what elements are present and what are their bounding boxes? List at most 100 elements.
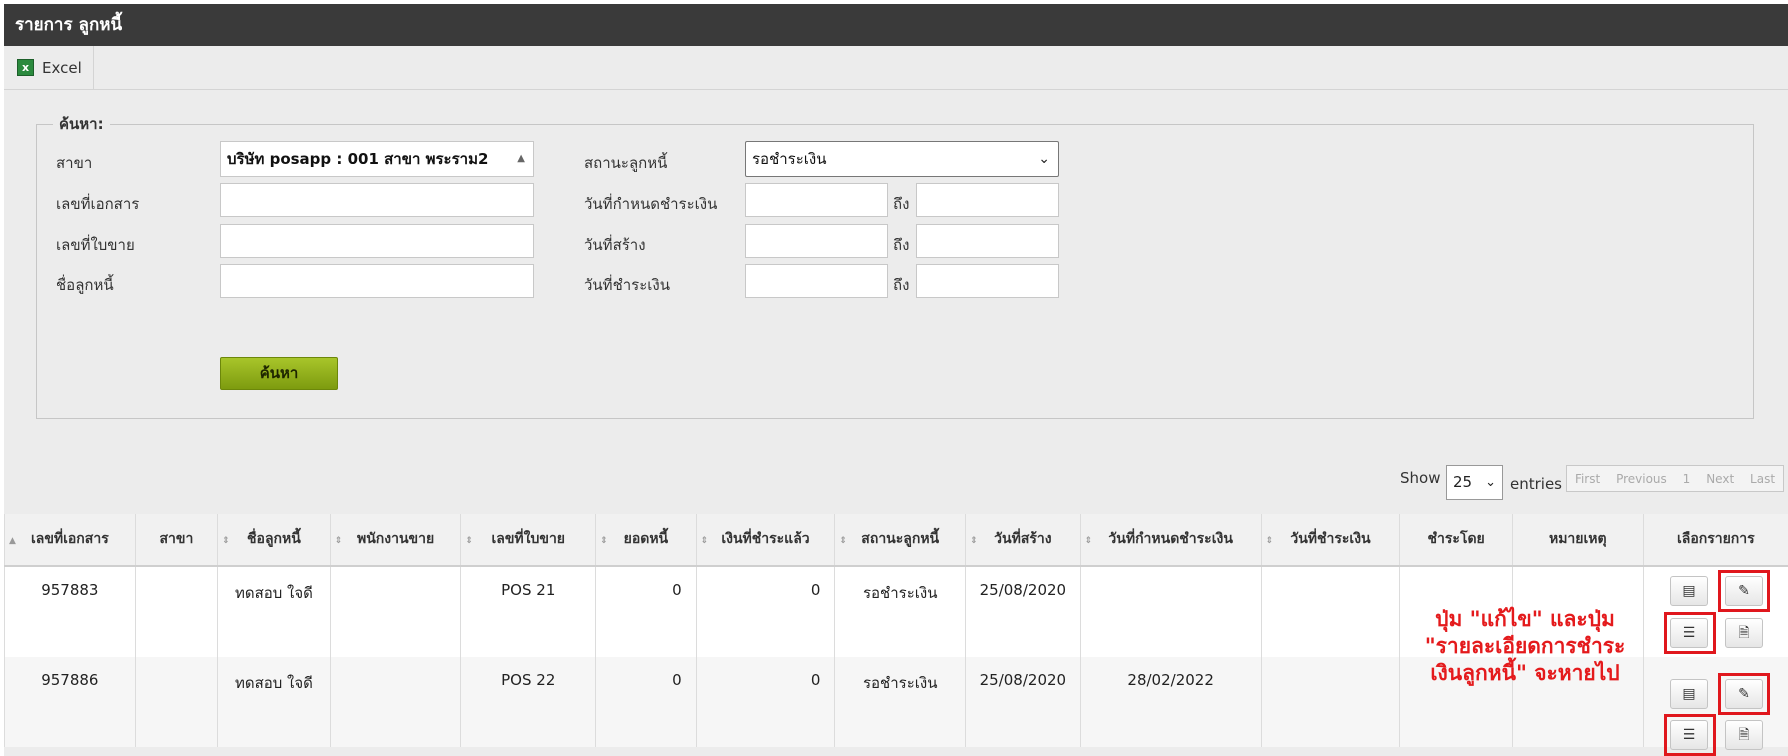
edit-button[interactable]: ✎ (1725, 576, 1763, 606)
col-actions: เลือกรายการ (1642, 514, 1788, 567)
branch-label: สาขา (56, 154, 93, 172)
sort-icon: ⇕ (222, 536, 230, 546)
list-icon: ☰ (1682, 625, 1696, 641)
view-button[interactable]: ▤ (1670, 576, 1708, 606)
col-status[interactable]: ⇕ สถานะลูกหนี้ (834, 514, 966, 567)
col-note: หมายเหตุ (1511, 514, 1644, 567)
col-created[interactable]: ⇕ วันที่สร้าง (965, 514, 1081, 567)
debtor-name-input[interactable] (220, 264, 534, 298)
view-button[interactable]: ▤ (1670, 679, 1708, 709)
cell-invoice: POS 22 (460, 657, 596, 747)
cell-debtor: ทดสอบ ใจดี (217, 566, 331, 657)
annotation-note: ปุ่ม "แก้ไข" และปุ่ม "รายละเอียดการชำระ … (1424, 607, 1626, 685)
sort-icon: ⇕ (970, 536, 978, 546)
paid-date-from-input[interactable] (745, 264, 888, 298)
doc-no-input[interactable] (220, 183, 534, 217)
payment-detail-button[interactable]: ☰ (1670, 618, 1708, 648)
table-header-row: ▲ เลขที่เอกสาร สาขา ⇕ ชื่อลูกหนี้ ⇕ พนักงาน… (4, 514, 1788, 567)
last-page-button[interactable]: Last (1750, 472, 1775, 486)
invoice-no-label: เลขที่ใบขาย (56, 236, 135, 254)
col-paid[interactable]: ⇕ เงินที่ชำระแล้ว (695, 514, 835, 567)
sort-icon: ⇕ (839, 536, 847, 546)
cell-due: 28/02/2022 (1079, 657, 1262, 747)
col-paid-by: ชำระโดย (1399, 514, 1513, 567)
list-icon: ☰ (1682, 727, 1696, 743)
paid-date-to-label: ถึง (893, 276, 910, 294)
show-label: Show (1400, 469, 1441, 487)
col-doc-no[interactable]: ▲ เลขที่เอกสาร (4, 514, 136, 567)
page-number-button[interactable]: 1 (1683, 472, 1691, 486)
created-date-label: วันที่สร้าง (584, 236, 646, 254)
cell-debt: 0 (595, 566, 697, 657)
cell-due (1079, 566, 1262, 657)
status-label: สถานะลูกหนี้ (584, 154, 668, 172)
branch-select[interactable]: บริษัท posapp : 001 สาขา พระราม2 ▲︎ (220, 141, 534, 177)
cell-actions (1642, 566, 1788, 657)
excel-label: Excel (42, 58, 82, 77)
status-select-value: รอชำระเงิน (752, 150, 827, 168)
next-page-button[interactable]: Next (1706, 472, 1734, 486)
cell-status: รอชำระเงิน (834, 657, 966, 747)
document-icon: 🗎︎ (1738, 727, 1750, 743)
due-date-to-input[interactable] (916, 183, 1059, 217)
cell-status: รอชำระเงิน (834, 566, 966, 657)
paid-date-label: วันที่ชำระเงิน (584, 276, 670, 294)
cell-paid-date (1260, 657, 1400, 747)
status-select[interactable]: รอชำระเงิน ⌄ (745, 141, 1059, 177)
cell-created: 25/08/2020 (965, 657, 1081, 747)
excel-export-button[interactable]: x Excel (4, 46, 94, 89)
col-salesperson[interactable]: ⇕ พนักงานขาย (329, 514, 461, 567)
document-button[interactable]: 🗎︎ (1725, 618, 1763, 648)
view-icon: ▤ (1682, 583, 1696, 599)
search-button[interactable]: ค้นหา (220, 357, 338, 390)
sort-icon: ⇕ (600, 536, 608, 546)
cell-paid: 0 (695, 657, 835, 747)
due-date-from-input[interactable] (745, 183, 888, 217)
col-invoice[interactable]: ⇕ เลขที่ใบขาย (460, 514, 596, 567)
col-paid-date[interactable]: ⇕ วันที่ชำระเงิน (1260, 514, 1400, 567)
select-caret-icon: ▲︎ (517, 153, 525, 164)
sort-icon: ⇕ (1265, 536, 1274, 546)
cell-salesperson (329, 566, 461, 657)
sort-icon: ▲ (9, 536, 16, 546)
page-title: รายการ ลูกหนี้ (4, 4, 1788, 46)
cell-paid-date (1260, 566, 1400, 657)
cell-debtor: ทดสอบ ใจดี (217, 657, 331, 747)
sort-icon: ⇕ (1084, 536, 1093, 546)
cell-actions (1642, 657, 1788, 747)
cell-debt: 0 (595, 657, 697, 747)
pagination: First Previous 1 Next Last (1566, 465, 1784, 492)
created-date-from-input[interactable] (745, 224, 888, 258)
cell-paid: 0 (695, 566, 835, 657)
cell-branch (134, 657, 218, 747)
col-debtor[interactable]: ⇕ ชื่อลูกหนี้ (217, 514, 331, 567)
created-date-to-label: ถึง (893, 236, 910, 254)
cell-branch (134, 566, 218, 657)
col-due[interactable]: ⇕ วันที่กำหนดชำระเงิน (1079, 514, 1262, 567)
first-page-button[interactable]: First (1575, 472, 1600, 486)
col-branch: สาขา (134, 514, 218, 567)
invoice-no-input[interactable] (220, 224, 534, 258)
payment-detail-button[interactable]: ☰ (1670, 720, 1708, 750)
paid-date-to-input[interactable] (916, 264, 1059, 298)
document-button[interactable]: 🗎︎ (1725, 720, 1763, 750)
due-date-to-label: ถึง (893, 195, 910, 213)
edit-icon: ✎ (1738, 686, 1750, 702)
doc-no-label: เลขที่เอกสาร (56, 195, 140, 213)
page-size-select[interactable]: 25 ⌄ (1446, 465, 1503, 500)
page-size-value: 25 (1453, 473, 1473, 491)
branch-select-value: บริษัท posapp : 001 สาขา พระราม2 (227, 150, 489, 168)
created-date-to-input[interactable] (916, 224, 1059, 258)
previous-page-button[interactable]: Previous (1616, 472, 1667, 486)
chevron-down-icon: ⌄ (1038, 151, 1050, 167)
col-debt[interactable]: ⇕ ยอดหนี้ (595, 514, 697, 567)
cell-created: 25/08/2020 (965, 566, 1081, 657)
sort-icon: ⇕ (334, 536, 343, 546)
edit-button[interactable]: ✎ (1725, 679, 1763, 709)
toolbar: x Excel (4, 46, 1788, 90)
app-frame: รายการ ลูกหนี้ x Excel ค้นหา: สาขา บริษั… (4, 4, 1788, 756)
cell-invoice: POS 21 (460, 566, 596, 657)
sort-icon: ⇕ (465, 536, 473, 546)
sort-icon: ⇕ (700, 536, 709, 546)
chevron-down-icon: ⌄ (1485, 475, 1496, 490)
